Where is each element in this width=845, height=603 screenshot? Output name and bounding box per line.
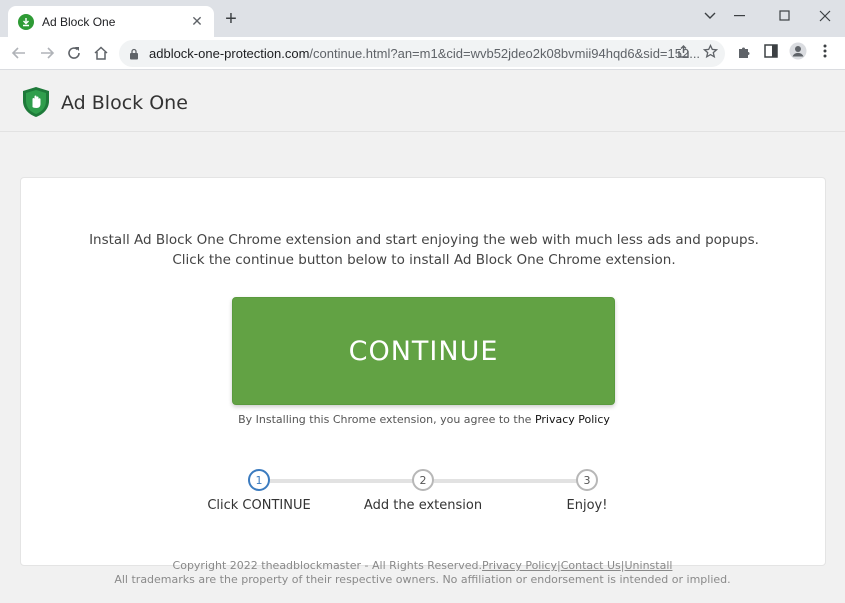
profile-avatar-icon[interactable] — [789, 42, 807, 60]
menu-kebab-icon[interactable] — [816, 42, 834, 60]
step-1-circle: 1 — [248, 469, 270, 491]
address-bar[interactable]: adblock-one-protection.com/continue.html… — [119, 40, 725, 67]
install-card: Install Ad Block One Chrome extension an… — [20, 177, 826, 566]
footer-contact-link[interactable]: Contact Us — [561, 559, 621, 572]
url-host: adblock-one-protection.com — [149, 46, 310, 61]
url-path: /continue.html?an=m1&cid=wvb52jdeo2k08bv… — [309, 46, 701, 61]
url-text: adblock-one-protection.com/continue.html… — [149, 46, 725, 61]
footer-uninstall-link[interactable]: Uninstall — [625, 559, 673, 572]
side-panel-icon[interactable] — [762, 42, 780, 60]
brand-name: Ad Block One — [61, 92, 188, 114]
step-connector — [270, 479, 423, 483]
step-connector — [434, 479, 587, 483]
browser-tab[interactable]: Ad Block One ✕ — [8, 6, 214, 37]
back-icon[interactable] — [8, 42, 30, 64]
tab-strip: Ad Block One ✕ + — [0, 0, 845, 37]
window-close-icon[interactable] — [805, 0, 845, 32]
disclaimer-text: All trademarks are the property of their… — [114, 573, 731, 586]
reload-icon[interactable] — [63, 42, 85, 64]
maximize-icon[interactable] — [765, 0, 805, 32]
site-footer: Copyright 2022 theadblockmaster - All Ri… — [0, 559, 845, 587]
share-icon[interactable] — [674, 42, 692, 60]
lock-icon[interactable] — [129, 48, 149, 60]
download-favicon-icon — [18, 13, 34, 30]
copyright-text: Copyright 2022 theadblockmaster - All Ri… — [172, 559, 483, 572]
new-tab-icon[interactable]: + — [220, 9, 242, 31]
step-3-label: Enjoy! — [566, 498, 608, 513]
shield-logo-icon — [22, 86, 50, 118]
step-1-label: Click CONTINUE — [207, 498, 311, 513]
extensions-puzzle-icon[interactable] — [735, 42, 753, 60]
site-header: Ad Block One — [0, 70, 845, 132]
footer-privacy-link[interactable]: Privacy Policy — [482, 559, 557, 572]
step-2-label: Add the extension — [363, 498, 483, 513]
tab-close-icon[interactable]: ✕ — [188, 13, 206, 30]
agreement-text: By Installing this Chrome extension, you… — [21, 413, 827, 426]
step-3-circle: 3 — [576, 469, 598, 491]
home-icon[interactable] — [90, 42, 112, 64]
browser-toolbar: adblock-one-protection.com/continue.html… — [0, 37, 845, 70]
footer-links-line: Copyright 2022 theadblockmaster - All Ri… — [0, 559, 845, 573]
bookmark-star-icon[interactable] — [701, 42, 719, 60]
page-content: Ad Block One Install Ad Block One Chrome… — [0, 70, 845, 603]
agreement-prefix: By Installing this Chrome extension, you… — [238, 413, 535, 426]
continue-button[interactable]: CONTINUE — [232, 297, 615, 405]
forward-icon[interactable] — [36, 42, 58, 64]
tab-title: Ad Block One — [42, 14, 116, 29]
privacy-policy-link[interactable]: Privacy Policy — [535, 413, 610, 426]
minimize-icon[interactable] — [720, 0, 760, 32]
step-2-circle: 2 — [412, 469, 434, 491]
intro-text: Install Ad Block One Chrome extension an… — [89, 232, 759, 268]
